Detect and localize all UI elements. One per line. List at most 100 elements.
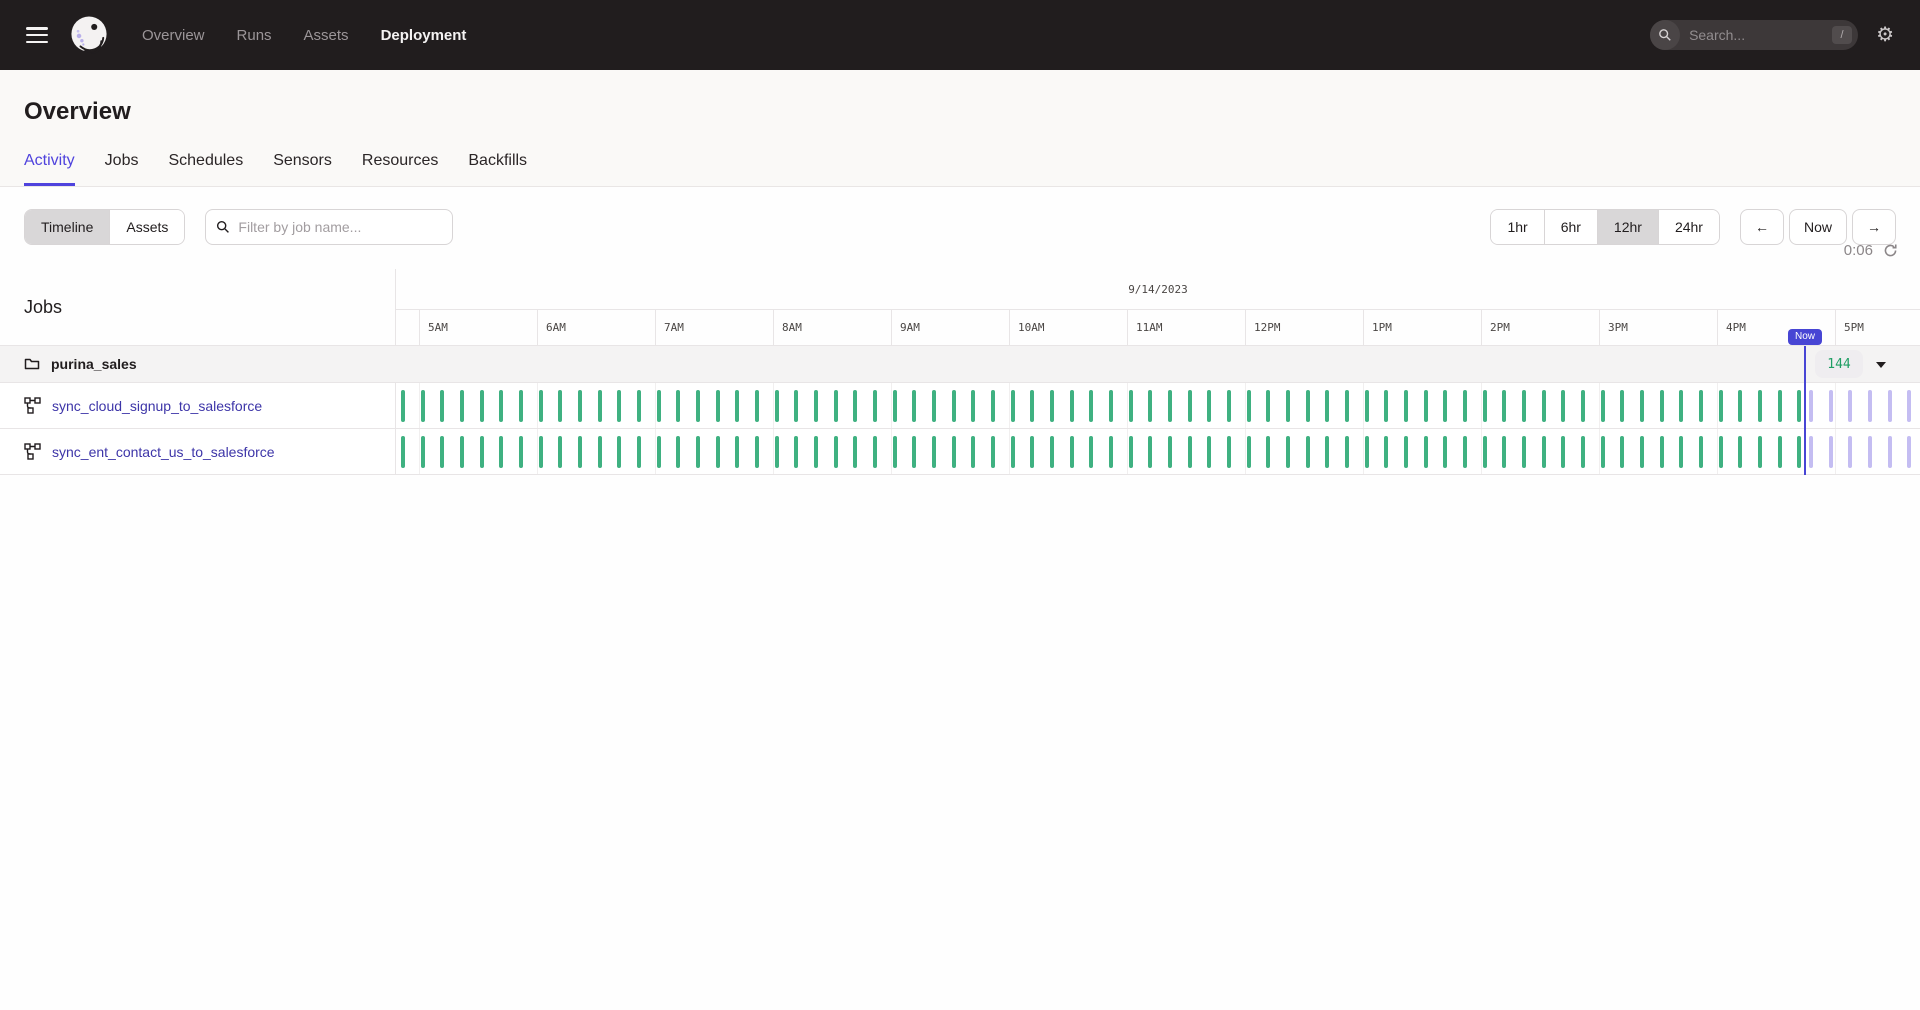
run-tick-success[interactable] xyxy=(1620,390,1624,422)
run-tick-success[interactable] xyxy=(676,436,680,468)
run-tick-scheduled[interactable] xyxy=(1907,436,1911,468)
refresh-icon[interactable] xyxy=(1883,243,1898,258)
run-tick-success[interactable] xyxy=(1679,436,1683,468)
settings-gear-icon[interactable]: ⚙ xyxy=(1876,25,1894,45)
run-tick-success[interactable] xyxy=(794,436,798,468)
run-tick-success[interactable] xyxy=(1207,390,1211,422)
run-tick-success[interactable] xyxy=(1345,390,1349,422)
group-run-count-badge[interactable]: 144 xyxy=(1815,350,1863,378)
run-tick-success[interactable] xyxy=(1601,436,1605,468)
run-tick-success[interactable] xyxy=(912,436,916,468)
run-tick-success[interactable] xyxy=(1463,390,1467,422)
run-tick-success[interactable] xyxy=(971,390,975,422)
run-tick-success[interactable] xyxy=(617,390,621,422)
run-tick-success[interactable] xyxy=(1306,390,1310,422)
run-tick-scheduled[interactable] xyxy=(1868,390,1872,422)
run-tick-success[interactable] xyxy=(480,390,484,422)
timeline-next-button[interactable]: → xyxy=(1852,209,1896,245)
range-24hr[interactable]: 24hr xyxy=(1659,210,1719,244)
run-tick-success[interactable] xyxy=(991,390,995,422)
run-tick-success[interactable] xyxy=(952,390,956,422)
run-tick-success[interactable] xyxy=(1148,390,1152,422)
run-tick-success[interactable] xyxy=(1502,390,1506,422)
run-tick-success[interactable] xyxy=(1168,436,1172,468)
run-tick-success[interactable] xyxy=(440,390,444,422)
run-tick-success[interactable] xyxy=(735,436,739,468)
run-tick-success[interactable] xyxy=(657,436,661,468)
run-tick-scheduled[interactable] xyxy=(1829,436,1833,468)
run-tick-success[interactable] xyxy=(1620,436,1624,468)
run-tick-success[interactable] xyxy=(1679,390,1683,422)
run-tick-success[interactable] xyxy=(1286,436,1290,468)
range-12hr[interactable]: 12hr xyxy=(1598,210,1659,244)
run-tick-success[interactable] xyxy=(1758,436,1762,468)
run-tick-success[interactable] xyxy=(991,436,995,468)
run-tick-success[interactable] xyxy=(1719,436,1723,468)
run-tick-success[interactable] xyxy=(1325,390,1329,422)
run-tick-success[interactable] xyxy=(1227,390,1231,422)
run-tick-success[interactable] xyxy=(1660,436,1664,468)
run-tick-success[interactable] xyxy=(1129,390,1133,422)
run-tick-scheduled[interactable] xyxy=(1907,390,1911,422)
run-tick-success[interactable] xyxy=(1325,436,1329,468)
run-tick-success[interactable] xyxy=(696,436,700,468)
run-tick-success[interactable] xyxy=(558,436,562,468)
job-filter-input[interactable] xyxy=(238,219,442,235)
run-tick-success[interactable] xyxy=(676,390,680,422)
run-tick-success[interactable] xyxy=(1542,390,1546,422)
run-tick-success[interactable] xyxy=(440,436,444,468)
run-tick-success[interactable] xyxy=(873,436,877,468)
range-6hr[interactable]: 6hr xyxy=(1545,210,1598,244)
run-tick-success[interactable] xyxy=(1581,390,1585,422)
run-tick-success[interactable] xyxy=(1424,436,1428,468)
tab-backfills[interactable]: Backfills xyxy=(468,152,527,186)
run-tick-scheduled[interactable] xyxy=(1868,436,1872,468)
run-tick-success[interactable] xyxy=(1778,436,1782,468)
run-tick-success[interactable] xyxy=(657,390,661,422)
run-tick-success[interactable] xyxy=(1286,390,1290,422)
run-tick-success[interactable] xyxy=(1699,390,1703,422)
run-tick-success[interactable] xyxy=(834,436,838,468)
run-tick-success[interactable] xyxy=(1424,390,1428,422)
run-tick-success[interactable] xyxy=(598,436,602,468)
run-tick-success[interactable] xyxy=(1561,436,1565,468)
run-tick-success[interactable] xyxy=(775,436,779,468)
run-tick-success[interactable] xyxy=(1011,436,1015,468)
run-tick-success[interactable] xyxy=(1443,436,1447,468)
job-name-link[interactable]: sync_cloud_signup_to_salesforce xyxy=(52,398,262,414)
run-tick-success[interactable] xyxy=(617,436,621,468)
global-search-input[interactable]: Search... / xyxy=(1650,20,1858,50)
run-tick-success[interactable] xyxy=(1443,390,1447,422)
run-tick-success[interactable] xyxy=(401,390,405,422)
run-tick-success[interactable] xyxy=(1581,436,1585,468)
run-tick-success[interactable] xyxy=(460,390,464,422)
run-tick-success[interactable] xyxy=(853,436,857,468)
run-tick-success[interactable] xyxy=(1640,436,1644,468)
nav-item-runs[interactable]: Runs xyxy=(237,27,272,44)
run-tick-success[interactable] xyxy=(499,436,503,468)
run-tick-success[interactable] xyxy=(1089,390,1093,422)
run-tick-success[interactable] xyxy=(1266,390,1270,422)
timeline-now-button[interactable]: Now xyxy=(1789,209,1847,245)
run-tick-scheduled[interactable] xyxy=(1888,390,1892,422)
run-tick-success[interactable] xyxy=(1345,436,1349,468)
run-tick-success[interactable] xyxy=(834,390,838,422)
run-tick-success[interactable] xyxy=(1601,390,1605,422)
run-tick-success[interactable] xyxy=(893,390,897,422)
run-tick-success[interactable] xyxy=(716,390,720,422)
view-toggle-timeline[interactable]: Timeline xyxy=(25,210,110,244)
run-tick-success[interactable] xyxy=(814,436,818,468)
run-tick-scheduled[interactable] xyxy=(1809,390,1813,422)
dagster-logo-icon[interactable] xyxy=(70,16,108,54)
run-tick-success[interactable] xyxy=(1758,390,1762,422)
run-tick-success[interactable] xyxy=(1109,436,1113,468)
job-group-row[interactable]: purina_sales144 xyxy=(0,346,1920,383)
run-tick-success[interactable] xyxy=(1089,436,1093,468)
run-tick-success[interactable] xyxy=(755,390,759,422)
run-tick-success[interactable] xyxy=(1483,436,1487,468)
run-tick-success[interactable] xyxy=(1266,436,1270,468)
tab-sensors[interactable]: Sensors xyxy=(273,152,332,186)
timeline-prev-button[interactable]: ← xyxy=(1740,209,1784,245)
menu-icon[interactable] xyxy=(26,27,48,43)
run-tick-success[interactable] xyxy=(480,436,484,468)
